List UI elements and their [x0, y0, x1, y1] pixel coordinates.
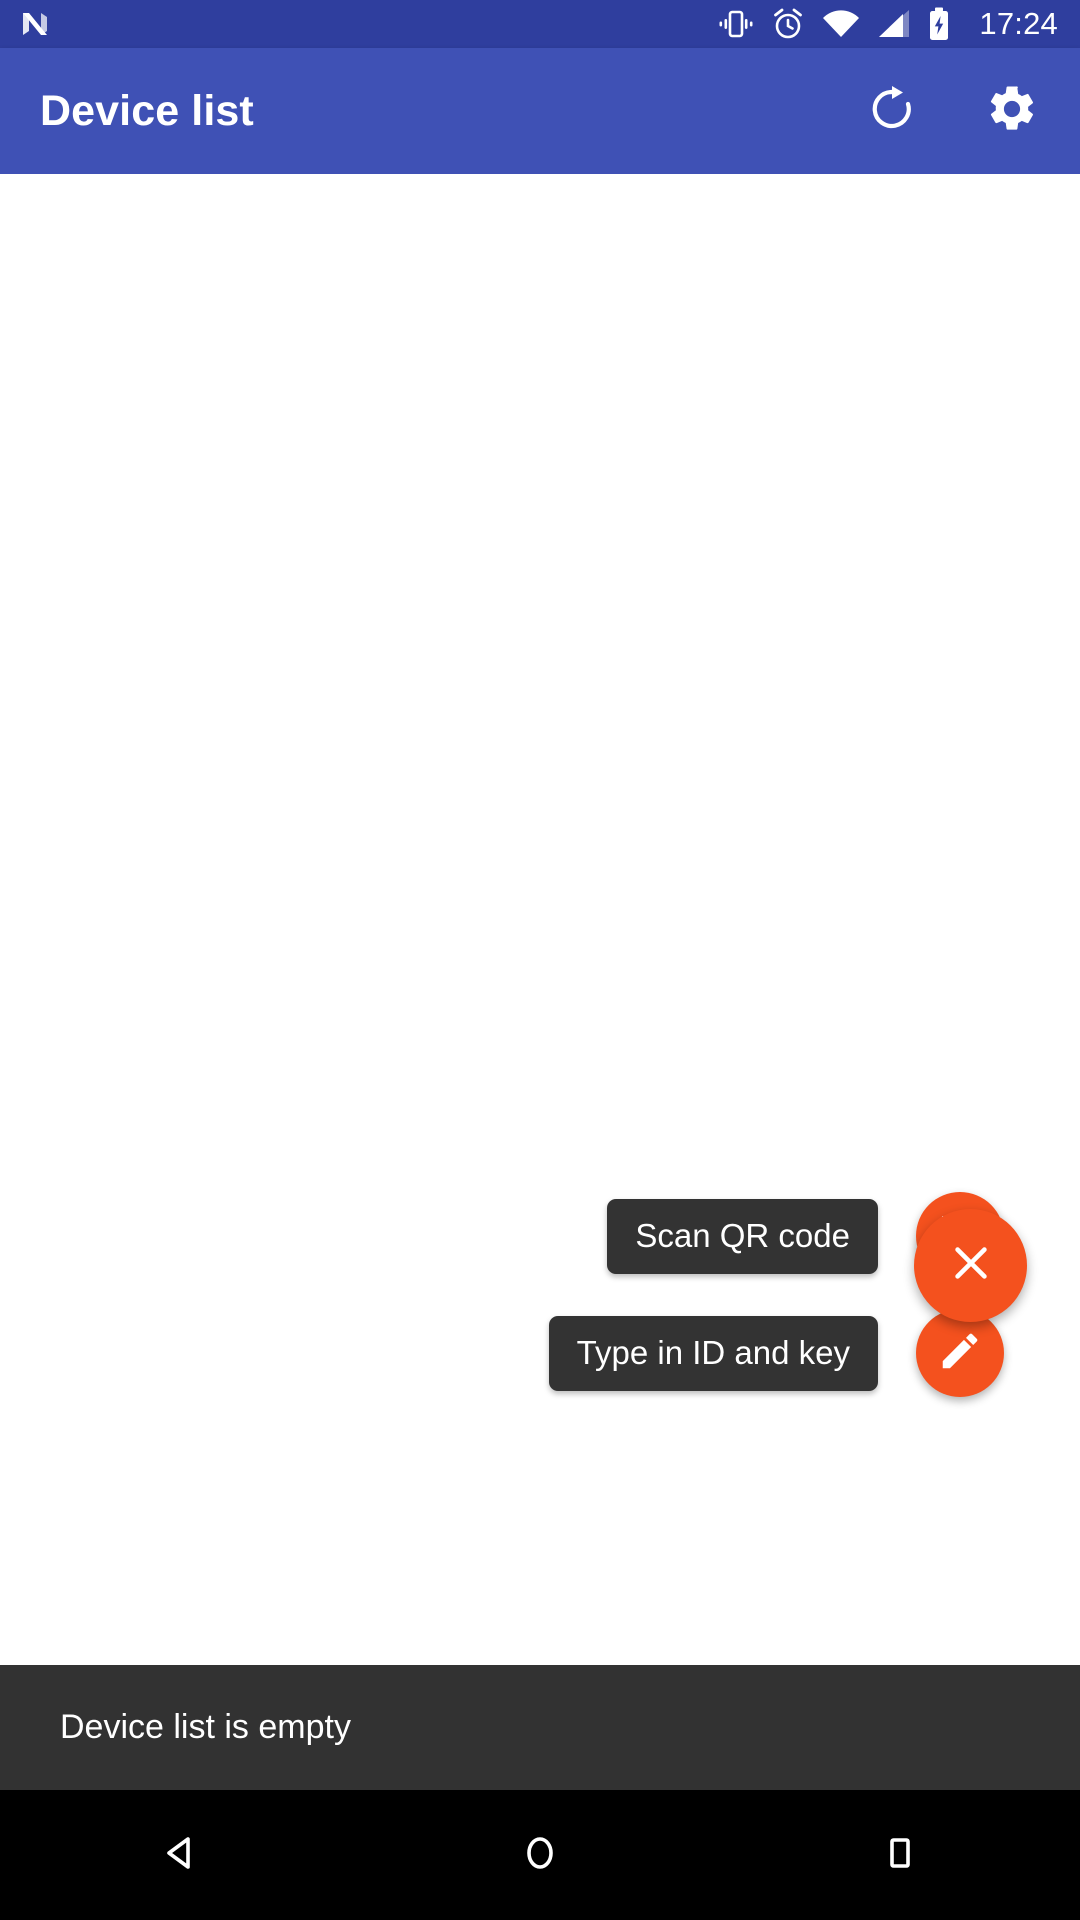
- snackbar[interactable]: Device list is empty: [0, 1665, 1080, 1790]
- nav-home-button[interactable]: [360, 1790, 720, 1920]
- cellular-signal-icon: [877, 9, 911, 39]
- alarm-icon: [771, 7, 805, 41]
- nav-recents-button[interactable]: [720, 1790, 1080, 1920]
- status-bar-clock: 17:24: [979, 6, 1058, 41]
- page-title: Device list: [40, 86, 254, 135]
- wifi-icon: [822, 9, 860, 39]
- fab-action-type-in-id-and-key[interactable]: Type in ID and key: [548, 1309, 1080, 1397]
- refresh-button[interactable]: [856, 75, 928, 147]
- recents-square-icon: [877, 1830, 923, 1881]
- device-list-content: Scan QR code Type in ID and key: [0, 174, 1080, 1665]
- fab-button-type-in-id-and-key[interactable]: [916, 1309, 1004, 1397]
- close-icon: [948, 1240, 994, 1291]
- system-navigation-bar: [0, 1790, 1080, 1920]
- refresh-icon: [867, 84, 917, 139]
- status-bar-left: [18, 7, 52, 41]
- settings-button[interactable]: [976, 75, 1048, 147]
- snackbar-message: Device list is empty: [60, 1708, 351, 1746]
- home-circle-icon: [517, 1830, 563, 1881]
- android-nougat-n-logo-icon: [18, 7, 52, 41]
- fab-label-scan-qr-code[interactable]: Scan QR code: [607, 1198, 878, 1274]
- app-bar-actions: [856, 75, 1048, 147]
- fab-main-close-button[interactable]: [914, 1209, 1027, 1322]
- battery-charging-icon: [928, 7, 950, 41]
- nav-back-button[interactable]: [0, 1790, 360, 1920]
- fab-speed-dial-menu: Scan QR code Type in ID and key: [0, 174, 1080, 1665]
- vibrate-icon: [718, 7, 754, 41]
- back-triangle-icon: [157, 1830, 203, 1881]
- pencil-icon: [937, 1328, 983, 1379]
- status-bar-icons: 17:24: [718, 6, 1058, 42]
- status-bar: 17:24: [0, 0, 1080, 48]
- fab-label-type-in-id-and-key[interactable]: Type in ID and key: [548, 1315, 878, 1391]
- phone-screen: 17:24 Device list Scan QR code Type in I…: [0, 0, 1080, 1920]
- gear-icon: [985, 82, 1039, 141]
- app-bar: Device list: [0, 48, 1080, 174]
